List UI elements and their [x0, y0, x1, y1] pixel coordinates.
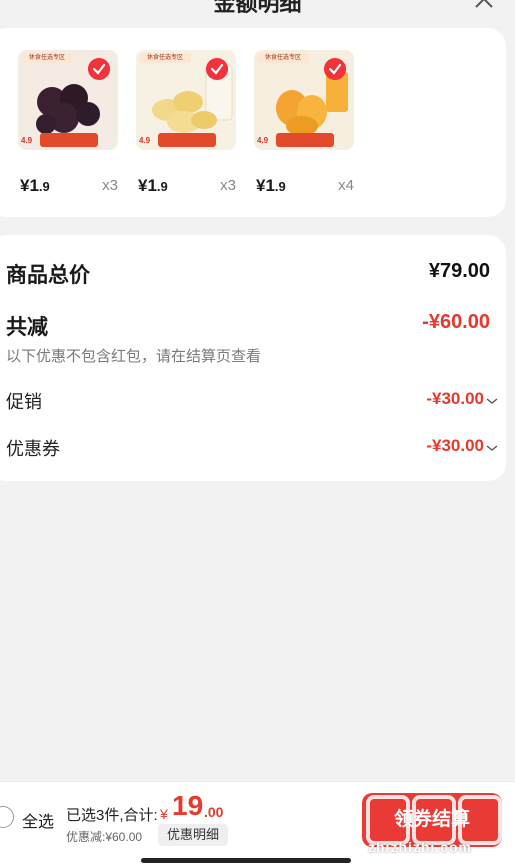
discount-detail-button[interactable]: 优惠明细: [158, 824, 229, 846]
thumb-tag: 休食任选专区: [139, 53, 191, 63]
product-item[interactable]: 休食任选专区 4.9 ¥1.9 x3: [18, 50, 118, 200]
promotion-label: 促销: [6, 392, 42, 412]
coupon-label: 优惠券: [6, 439, 60, 459]
chevron-down-icon[interactable]: [486, 444, 498, 452]
product-item[interactable]: 休食任选专区 4.9 ¥1.9 x3: [136, 50, 236, 200]
watermark-text: zhizhizhi.com: [368, 839, 472, 855]
product-price: ¥1.9: [256, 176, 286, 196]
sum-integer: 19: [172, 790, 204, 821]
total-price-value: ¥79.00: [428, 260, 490, 282]
sheet-header: 金额明细: [0, 0, 515, 22]
thumb-tag: 休食任选专区: [21, 53, 73, 63]
thumb-price: 4.9: [21, 136, 33, 145]
close-icon[interactable]: [473, 0, 495, 10]
total-discount-label: 共减: [6, 316, 48, 339]
price-int: ¥1: [256, 176, 275, 195]
saved-amount: 优惠减:¥60.00: [66, 830, 143, 844]
product-qty: x3: [102, 177, 118, 194]
watermark-logo-icon: [366, 795, 502, 845]
price-int: ¥1: [20, 176, 39, 195]
prune-image: 休食任选专区 4.9: [18, 50, 118, 150]
price-dec: .9: [156, 179, 168, 194]
home-indicator: [141, 858, 351, 863]
checked-icon[interactable]: [206, 58, 228, 80]
product-item[interactable]: 休食任选专区 4.9 ¥1.9 x4: [254, 50, 354, 200]
price-summary-card: 商品总价 ¥79.00 共减 -¥60.00 以下优惠不包含红包，请在结算页查看…: [0, 235, 506, 481]
thumb-price: 4.9: [139, 136, 151, 145]
banana-chips-image: 休食任选专区 4.9: [136, 50, 236, 150]
promotion-value[interactable]: -¥30.00: [426, 389, 484, 409]
discount-note: 以下优惠不包含红包，请在结算页查看: [6, 348, 262, 365]
product-qty: x4: [338, 177, 354, 194]
sum-currency: ¥: [160, 806, 168, 822]
thumb-banner: [276, 133, 334, 147]
product-qty: x3: [220, 177, 236, 194]
thumb-banner: [158, 133, 216, 147]
price-int: ¥1: [138, 176, 157, 195]
product-price: ¥1.9: [138, 176, 168, 196]
sheet-title: 金额明细: [213, 0, 302, 16]
select-all-radio[interactable]: [0, 806, 14, 828]
chevron-down-icon[interactable]: [486, 397, 498, 405]
thumb-price: 4.9: [257, 136, 269, 145]
select-all-label[interactable]: 全选: [22, 808, 54, 832]
selected-count: 已选3件,合计:: [66, 807, 158, 824]
thumb-tag: 休食任选专区: [257, 53, 309, 63]
product-price: ¥1.9: [20, 176, 50, 196]
price-dec: .9: [274, 179, 286, 194]
checked-icon[interactable]: [324, 58, 346, 80]
total-price-label: 商品总价: [6, 264, 90, 287]
checked-icon[interactable]: [88, 58, 110, 80]
sum-decimal: .00: [204, 804, 224, 820]
selected-products-card: 休食任选专区 4.9 ¥1.9 x3 休食任选专区 4.9 ¥1.9 x3 休食…: [0, 28, 506, 217]
coupon-value[interactable]: -¥30.00: [426, 436, 484, 456]
thumb-banner: [40, 133, 98, 147]
total-discount-value: -¥60.00: [422, 311, 490, 333]
amount-detail-sheet: 金额明细 休食任选专区 4.9 ¥1.9 x3 休食任选专区 4.9 ¥1.9 …: [0, 0, 515, 867]
dried-mango-image: 休食任选专区 4.9: [254, 50, 354, 150]
price-dec: .9: [38, 179, 50, 194]
